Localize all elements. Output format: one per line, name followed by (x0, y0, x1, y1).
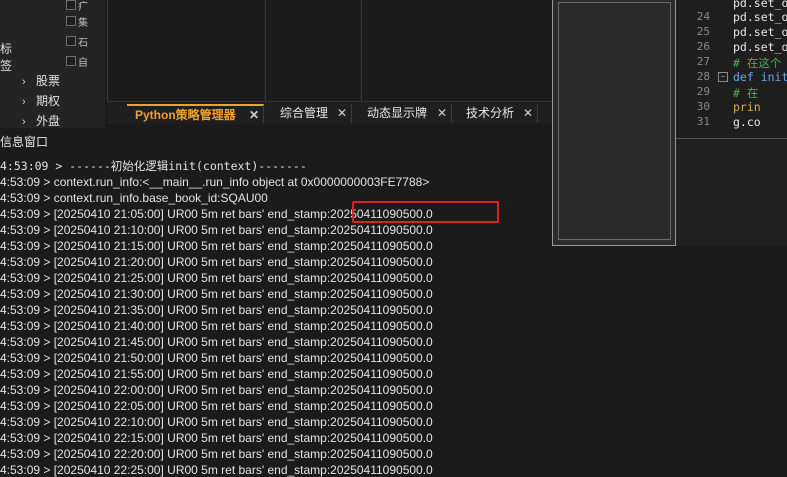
floating-dialog (552, 0, 676, 246)
pane-divider[interactable] (265, 0, 266, 101)
tab-bar: Python策略管理器 ✕ 综合管理 ✕ 动态显示牌 ✕ 技术分析 ✕ (107, 101, 552, 124)
log-line: 4:53:09 > [20250410 22:10:00] UR00 5m re… (0, 415, 433, 429)
tree-left-label-2: 签 (0, 59, 13, 73)
tree-item-stocks[interactable]: › 股票 (22, 72, 60, 89)
tree-sub-checkbox[interactable] (66, 0, 76, 10)
line-number: 27 (696, 55, 710, 68)
tab-label: 动态显示牌 (367, 106, 428, 120)
code-editor[interactable]: pd.set_o 24 pd.set_o 25 pd.set_o 26 pd.s… (676, 0, 787, 138)
tree-item-options[interactable]: › 期权 (22, 92, 60, 109)
log-line: 4:53:09 > [20250410 21:35:00] UR00 5m re… (0, 303, 433, 317)
log-line: 4:53:09 > [20250410 22:05:00] UR00 5m re… (0, 399, 433, 413)
code-comment-line[interactable]: # 在这个 (733, 55, 781, 71)
workspace-pane (107, 0, 553, 101)
close-icon[interactable]: ✕ (249, 106, 259, 125)
tree-sub-item[interactable]: 石 (78, 34, 88, 49)
tree-sub-checkbox[interactable] (66, 36, 76, 46)
log-line: 4:53:09 > [20250410 21:25:00] UR00 5m re… (0, 271, 433, 285)
code-line[interactable]: pd.set_o (733, 10, 787, 24)
log-line: 4:53:09 > context.run_info:<__main__.run… (0, 175, 430, 189)
tab-general-management[interactable]: 综合管理 ✕ (272, 104, 352, 123)
line-number: 26 (696, 40, 710, 53)
log-line: 4:53:09 > [20250410 22:20:00] UR00 5m re… (0, 447, 433, 461)
close-icon[interactable]: ✕ (337, 104, 347, 123)
log-line: 4:53:09 > [20250410 21:20:00] UR00 5m re… (0, 255, 433, 269)
chevron-right-icon: › (22, 76, 26, 88)
tree-item-label: 股票 (36, 74, 61, 88)
symbol-tree: 标 签 疒 集 石 自 › 股票 › 期权 › 外盘 (0, 0, 105, 128)
tree-sub-item[interactable]: 疒 (78, 0, 88, 13)
log-line: 4:53:09 > [20250410 22:25:00] UR00 5m re… (0, 463, 433, 477)
log-line: 4:53:09 > [20250410 21:30:00] UR00 5m re… (0, 287, 433, 301)
highlight-box (352, 201, 499, 223)
tree-item-foreign[interactable]: › 外盘 (22, 112, 60, 128)
log-window-right-area (552, 246, 787, 471)
tree-sub-checkbox[interactable] (66, 56, 76, 66)
tree-item-label: 外盘 (36, 114, 61, 128)
close-icon[interactable]: ✕ (523, 104, 533, 123)
code-line[interactable]: pd.set_o (733, 25, 787, 39)
pane-divider[interactable] (361, 0, 362, 101)
chevron-right-icon: › (22, 116, 26, 128)
log-window-title: 信息窗口 (0, 135, 49, 149)
code-line[interactable]: pd.set_o (733, 0, 787, 10)
log-line: 4:53:09 > context.run_info.base_book_id:… (0, 191, 268, 205)
line-number: 25 (696, 25, 710, 38)
log-line: 4:53:09 > [20250410 21:50:00] UR00 5m re… (0, 351, 433, 365)
chevron-right-icon: › (22, 96, 26, 108)
tab-label: Python策略管理器 (135, 108, 236, 122)
tab-dynamic-board[interactable]: 动态显示牌 ✕ (359, 104, 452, 123)
log-line: 4:53:09 > [20250410 21:40:00] UR00 5m re… (0, 319, 433, 333)
code-comment-line[interactable]: # 在 (733, 85, 758, 101)
tree-sub-item[interactable]: 集 (78, 14, 88, 29)
log-line: 4:53:09 > [20250410 22:00:00] UR00 5m re… (0, 383, 433, 397)
line-number: 28 (696, 70, 710, 83)
line-number: 31 (696, 115, 710, 128)
dialog-content-area (558, 2, 671, 240)
tab-technical-analysis[interactable]: 技术分析 ✕ (458, 104, 538, 123)
code-def-line[interactable]: def init( (733, 70, 787, 84)
log-line: 4:53:09 > [20250410 22:15:00] UR00 5m re… (0, 431, 433, 445)
log-window: 信息窗口 4:53:09 > ------初始化逻辑init(context)-… (0, 128, 552, 477)
tree-sub-checkbox[interactable] (66, 16, 76, 26)
tab-python-strategy-manager[interactable]: Python策略管理器 ✕ (127, 104, 264, 123)
close-icon[interactable]: ✕ (437, 104, 447, 123)
line-number: 29 (696, 85, 710, 98)
log-line: 4:53:09 > [20250410 21:10:00] UR00 5m re… (0, 223, 433, 237)
tree-item-label: 期权 (36, 94, 61, 108)
tree-left-label-1: 标 (0, 42, 13, 56)
code-line[interactable]: g.co (733, 115, 761, 129)
code-line[interactable]: prin (733, 100, 761, 114)
line-number: 24 (696, 10, 710, 23)
line-number: 30 (696, 100, 710, 113)
fold-collapse-icon[interactable]: − (718, 72, 728, 82)
log-line: 4:53:09 > ------初始化逻辑init(context)------… (0, 159, 307, 173)
log-line: 4:53:09 > [20250410 21:55:00] UR00 5m re… (0, 367, 433, 381)
tree-sub-item[interactable]: 自 (78, 54, 88, 69)
tab-label: 综合管理 (280, 106, 329, 120)
tab-label: 技术分析 (466, 106, 515, 120)
code-line[interactable]: pd.set_o (733, 40, 787, 54)
log-line: 4:53:09 > [20250410 21:45:00] UR00 5m re… (0, 335, 433, 349)
log-line: 4:53:09 > [20250410 21:15:00] UR00 5m re… (0, 239, 433, 253)
